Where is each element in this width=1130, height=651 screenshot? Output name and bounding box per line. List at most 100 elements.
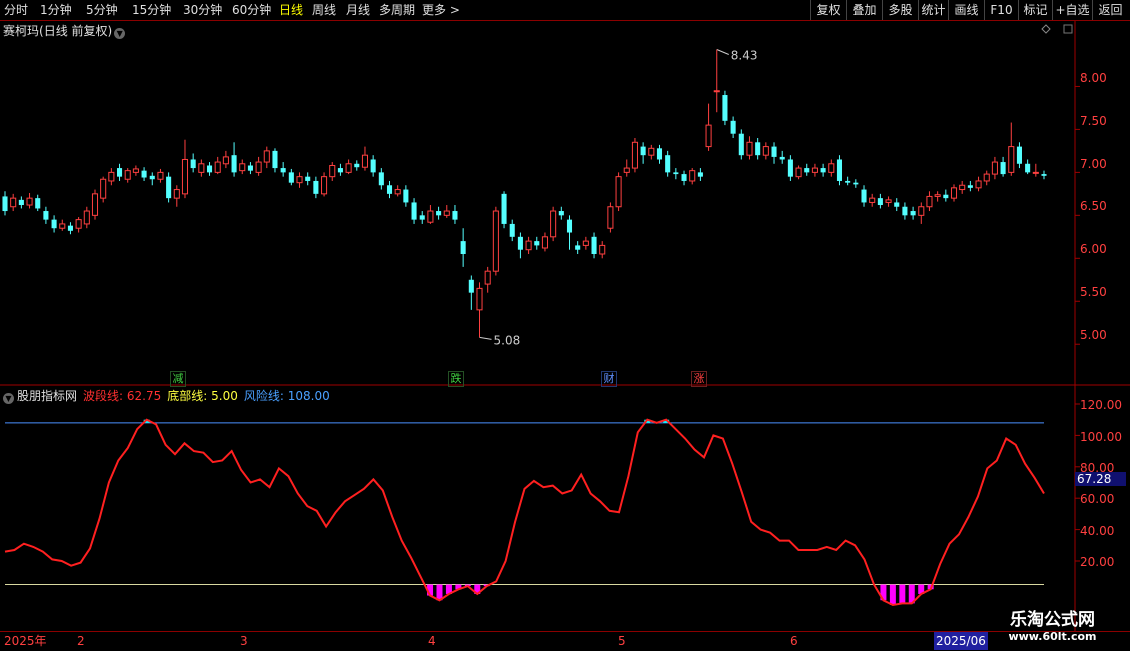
candle-body [370, 159, 376, 173]
candle-body [738, 133, 744, 156]
candle-body [18, 199, 24, 206]
candle-body [460, 241, 466, 254]
date-label: 3 [240, 634, 248, 648]
tool-draw-button[interactable]: 画线 [948, 0, 984, 20]
period-30min[interactable]: 30分钟 [183, 0, 222, 20]
tool-mark-button[interactable]: 标记 [1018, 0, 1052, 20]
candle-body [869, 197, 876, 203]
candle-body [419, 215, 425, 220]
candle-body [108, 171, 115, 182]
panel-toggle-icon [1063, 24, 1073, 34]
period-weekly[interactable]: 周线 [312, 0, 336, 20]
date-label: 2025年 [4, 634, 47, 648]
candle-body [443, 210, 450, 216]
period-multi[interactable]: 多周期 [379, 0, 415, 20]
candle-body [656, 148, 663, 160]
candle-body [214, 161, 221, 173]
top-toolbar: 分时 1分钟 5分钟 15分钟 30分钟 60分钟 日线 周线 月线 多周期 更… [0, 0, 1130, 21]
candle-body [91, 193, 99, 216]
candle-body [501, 193, 507, 224]
tool-f10-button[interactable]: F10 [984, 0, 1018, 20]
candle-body [468, 279, 474, 293]
candle-body [730, 120, 736, 134]
period-more[interactable]: 更多 > [422, 0, 460, 20]
candle-body [983, 173, 990, 182]
period-fenshi[interactable]: 分时 [4, 0, 28, 20]
candle-body [550, 210, 557, 238]
candle-body [804, 168, 810, 173]
candle-body [918, 206, 925, 216]
candle-body [836, 159, 843, 181]
candle-body [345, 163, 352, 173]
tool-multistock-button[interactable]: 多股 [882, 0, 918, 20]
tool-stats-button[interactable]: 统计 [918, 0, 948, 20]
price-tick: 7.50 [1080, 114, 1107, 128]
date-label: 6 [790, 634, 798, 648]
watermark-title: 乐淘公式网 [1010, 610, 1095, 630]
indicator-tick: 60.00 [1080, 492, 1115, 506]
period-5min[interactable]: 5分钟 [86, 0, 118, 20]
candle-body [885, 199, 892, 203]
watermark-url: www.60lt.com [1008, 630, 1097, 643]
price-tick: 8.00 [1080, 71, 1107, 85]
event-marker[interactable]: 跌 [448, 371, 464, 387]
date-axis: 2025年 2 3 4 5 6 2025/06 [0, 631, 1130, 651]
candle-body [599, 244, 606, 255]
wave-line-label: 波段线: 62.75 [83, 389, 162, 403]
candle-body [541, 236, 548, 249]
candle-body [67, 225, 73, 231]
chevron-down-icon[interactable]: ▼ [114, 28, 126, 39]
candle-body [1025, 163, 1031, 173]
candle-body [681, 174, 687, 181]
candle-body [722, 95, 728, 121]
candle-body [582, 240, 589, 246]
candle-body [296, 176, 303, 184]
price-tick: 7.00 [1080, 157, 1107, 171]
candle-body [288, 172, 294, 183]
chart-area[interactable]: 8.43 5.08 [0, 21, 1130, 631]
period-15min[interactable]: 15分钟 [132, 0, 171, 20]
event-marker[interactable]: 减 [170, 371, 186, 387]
candle-body [713, 90, 720, 93]
candle-body [665, 155, 671, 173]
event-marker[interactable]: 涨 [691, 371, 707, 387]
candle-body [166, 176, 172, 199]
period-1min[interactable]: 1分钟 [40, 0, 72, 20]
candle-body [329, 164, 336, 178]
candle-body [934, 194, 941, 197]
tool-fuquan-button[interactable]: 复权 [810, 0, 846, 20]
tool-back-button[interactable]: 返回 [1092, 0, 1128, 20]
chevron-down-icon[interactable]: ▼ [3, 393, 14, 404]
candle-body [894, 202, 900, 207]
low-pointer [479, 336, 492, 340]
stock-name: 赛柯玛 [3, 24, 40, 38]
price-tick: 5.50 [1080, 285, 1107, 299]
tool-overlay-button[interactable]: 叠加 [846, 0, 882, 20]
date-label: 4 [428, 634, 436, 648]
period-monthly[interactable]: 月线 [346, 0, 370, 20]
candle-body [386, 185, 393, 194]
candle-body [943, 194, 949, 199]
indicator-title: ▼ 股朋指标网 波段线: 62.75 底部线: 5.00 风险线: 108.00 [3, 387, 330, 404]
period-60min[interactable]: 60分钟 [232, 0, 271, 20]
candle-body [517, 236, 523, 250]
candle-body [141, 170, 147, 178]
current-date-label: 2025/06 [934, 632, 988, 650]
period-daily[interactable]: 日线 [279, 0, 303, 20]
diamond-icon [1041, 24, 1051, 34]
candle-body [795, 167, 802, 178]
stock-mode: (日线 前复权) [39, 24, 113, 38]
candle-body [845, 180, 851, 183]
price-tick: 5.00 [1080, 328, 1107, 342]
candle-body [755, 142, 761, 156]
candle-body [484, 270, 491, 285]
candle-body [967, 185, 973, 188]
candle-body [83, 210, 90, 225]
candle-body [75, 219, 82, 229]
candle-body [575, 245, 581, 250]
tool-add-watchlist-button[interactable]: +自选 [1052, 0, 1092, 20]
candle-body [877, 198, 883, 206]
event-marker[interactable]: 财 [601, 371, 617, 387]
candle-body [59, 223, 66, 229]
candle-body [771, 146, 777, 157]
